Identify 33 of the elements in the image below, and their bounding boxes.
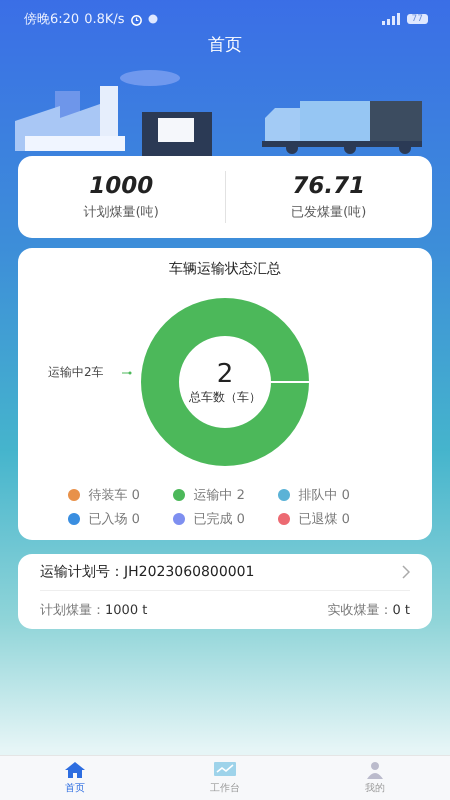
- chevron-right-icon: [402, 565, 410, 579]
- legend-label: 运输中 2: [194, 487, 245, 504]
- chart-icon: [213, 761, 237, 779]
- callout-label: 运输中2车: [48, 364, 104, 381]
- summary-value: 76.71: [292, 173, 366, 199]
- card-title: 车辆运输状态汇总: [169, 260, 281, 278]
- legend-label: 已完成 0: [194, 511, 245, 528]
- home-icon: [64, 761, 86, 779]
- summary-label: 已发煤量(吨): [291, 204, 366, 221]
- nav-tab[interactable]: 我的: [300, 756, 450, 800]
- planned-amount: 计划煤量：1000 t: [40, 602, 148, 619]
- battery-level: 77: [406, 14, 428, 24]
- nav-tab[interactable]: 工作台: [150, 756, 300, 800]
- legend-label: 已退煤 0: [298, 511, 350, 528]
- leader-line: [122, 371, 132, 375]
- legend-label: 已入场 0: [88, 511, 140, 528]
- nav-tab[interactable]: 首页: [0, 756, 150, 800]
- plan-card[interactable]: 运输计划号：JH2023060800001 计划煤量：1000 t 实收煤量：0 t: [18, 554, 432, 629]
- plan-number: 运输计划号：JH2023060800001: [40, 563, 254, 581]
- alarm-icon: [130, 12, 143, 26]
- signal-icon: [380, 13, 402, 25]
- received-amount: 实收煤量：0 t: [327, 602, 410, 619]
- person-icon: [365, 761, 385, 779]
- summary-label: 计划煤量(吨): [84, 204, 159, 221]
- legend-label: 待装车 0: [88, 487, 140, 504]
- total-label: 总车数（车）: [189, 388, 261, 406]
- status-time: 傍晚6:20: [24, 11, 80, 28]
- summary-value: 1000: [89, 173, 154, 199]
- legend-label: 排队中 0: [298, 487, 350, 504]
- notification-icon: [148, 14, 158, 24]
- page-title: 首页: [207, 34, 243, 56]
- total-count: 2: [216, 358, 234, 388]
- network-speed: 0.8K/s: [84, 12, 125, 26]
